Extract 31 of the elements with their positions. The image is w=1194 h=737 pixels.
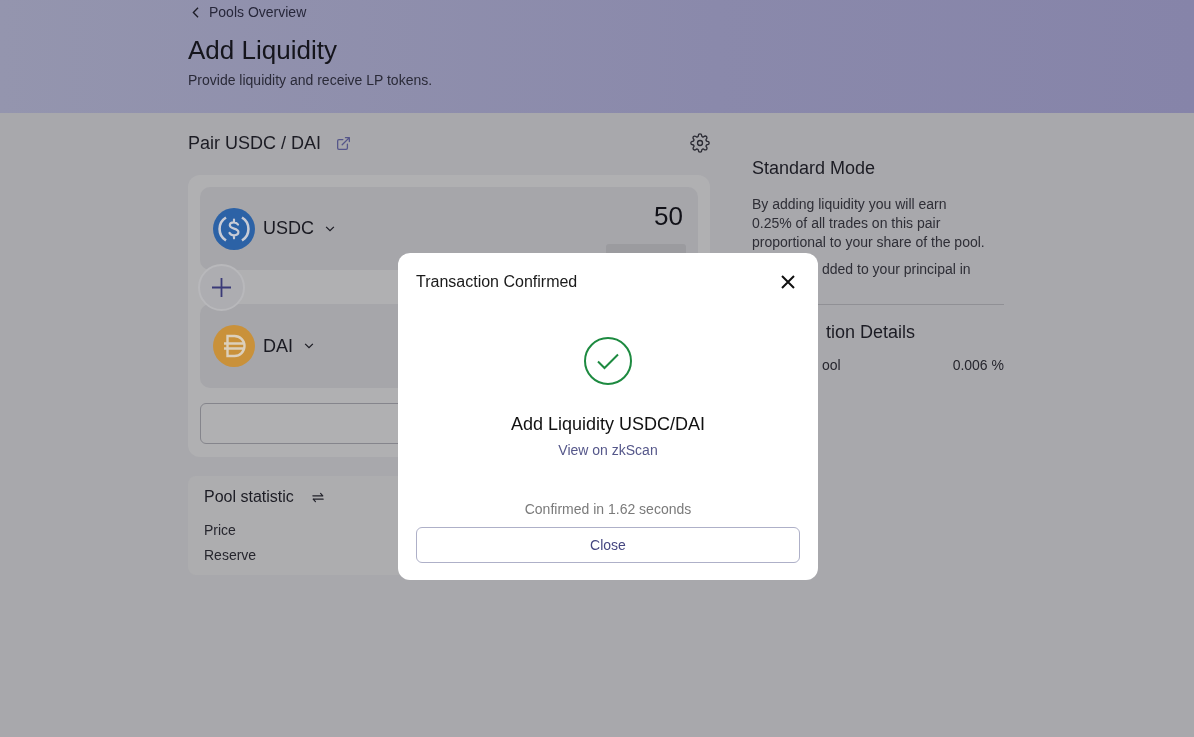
caret-icon	[325, 225, 335, 232]
mode-title: Standard Mode	[752, 157, 877, 179]
back-link[interactable]: Pools Overview	[188, 3, 307, 21]
explorer-link[interactable]: View on zkScan	[558, 441, 658, 459]
dialog-title: Transaction Confirmed	[416, 272, 578, 292]
external-link-icon[interactable]	[337, 136, 351, 150]
stat-label: Reserve	[204, 546, 257, 565]
close-button[interactable]: Close	[416, 527, 800, 563]
transaction-title: Add Liquidity USDC/DAI	[510, 413, 706, 436]
detail-label: ool	[822, 356, 841, 375]
d-coin-icon	[213, 325, 255, 367]
settings-icon[interactable]	[690, 133, 710, 153]
page-title: Add Liquidity	[188, 34, 337, 66]
page-subtitle: Provide liquidity and receive LP tokens.	[188, 71, 433, 89]
dollar-coin-icon	[213, 207, 255, 250]
mode-description-line: dded to your principal in	[822, 260, 972, 279]
chevron-left-icon	[192, 6, 199, 18]
stat-label: Price	[204, 521, 236, 540]
close-icon[interactable]	[781, 275, 795, 289]
details-title: tion Details	[826, 321, 917, 343]
confirmation-time: Confirmed in 1.62 seconds	[524, 500, 692, 518]
caret-icon	[304, 343, 314, 349]
token-selector[interactable]: DAI	[213, 325, 314, 367]
swap-icon[interactable]	[311, 491, 324, 503]
token-selector[interactable]: USDC	[213, 207, 335, 250]
pool-statistic-title: Pool statistic	[204, 487, 294, 507]
success-check-icon	[584, 337, 632, 385]
pair-title: Pair USDC / DAI	[188, 132, 322, 155]
amount-input[interactable]: 50	[654, 201, 683, 231]
detail-value: 0.006 %	[952, 356, 1004, 375]
mode-description: By adding liquidity you will earn 0.25% of all trades on this pair proportional to your share of the pool.	[752, 195, 986, 252]
